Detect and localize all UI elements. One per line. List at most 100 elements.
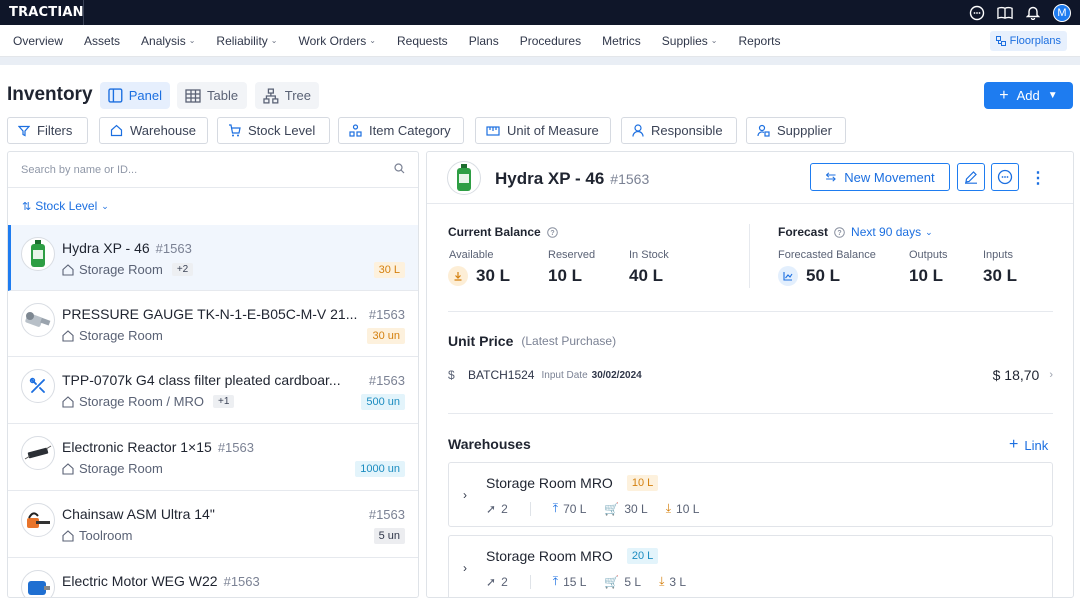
warehouse-name: Storage Room MRO — [486, 475, 613, 491]
comments-button[interactable] — [991, 163, 1019, 191]
item-name-text: TPP-0707k G4 class filter pleated cardbo… — [62, 372, 341, 388]
item-location-extra: +1 — [213, 395, 235, 408]
view-tree-button[interactable]: Tree — [255, 82, 319, 109]
max-value: 70 L — [563, 501, 587, 516]
unit-price-row[interactable]: $ BATCH1524 Input Date 30/02/2024 $ 18,7… — [448, 366, 1053, 384]
product-thumbnail — [21, 237, 55, 271]
home-icon — [62, 395, 74, 408]
current-balance-title: Current Balance ? — [448, 225, 558, 239]
avatar[interactable]: M — [1053, 3, 1071, 22]
filter-responsible-label: Responsible — [651, 123, 723, 138]
nav-label: Metrics — [602, 33, 641, 48]
panel-icon — [108, 88, 123, 103]
item-id: #1563 — [155, 241, 192, 256]
link-button[interactable]: + Link — [1009, 436, 1048, 454]
nav-supplies[interactable]: Supplies ⌄ — [662, 34, 718, 48]
new-movement-button[interactable]: ⇆ New Movement — [810, 163, 950, 191]
list-item[interactable]: Hydra XP - 46 #1563 Storage Room +2 30 L — [8, 225, 418, 291]
table-icon — [185, 88, 201, 103]
home-icon — [62, 462, 74, 475]
filter-unit-of-measure[interactable]: Unit of Measure — [475, 117, 611, 144]
chevron-right-icon: › — [1049, 369, 1053, 381]
chevron-down-icon: ⌄ — [369, 36, 376, 45]
search-input[interactable]: Search by name or ID... — [8, 152, 418, 188]
more-options-icon[interactable]: ⋮ — [1030, 168, 1046, 188]
supplier-icon — [757, 124, 770, 137]
item-qty-badge: 1000 un — [355, 461, 405, 477]
filter-item-category[interactable]: Item Category — [338, 117, 464, 144]
nav-label: Procedures — [519, 33, 582, 48]
nav-metrics[interactable]: Metrics — [602, 34, 641, 48]
forecast-period-dropdown[interactable]: Next 90 days ⌄ — [851, 225, 933, 239]
nav-plans[interactable]: Plans — [469, 34, 499, 48]
nav-reports[interactable]: Reports — [739, 34, 781, 48]
warehouse-card[interactable]: › Storage Room MRO 20 L ➚ 2 ⤒ 15 L 🛒 5 L ⤓ 3… — [448, 535, 1053, 597]
tools-icon — [29, 377, 45, 393]
nav-procedures[interactable]: Procedures — [520, 34, 581, 48]
item-id: #1563 — [368, 307, 405, 322]
plus-icon: + — [999, 86, 1009, 104]
filters-button[interactable]: Filters — [7, 117, 88, 144]
chat-icon[interactable] — [969, 5, 985, 21]
nav-analysis[interactable]: Analysis ⌄ — [141, 34, 195, 48]
stat-divider — [529, 574, 531, 589]
ruler-icon — [486, 125, 500, 136]
nav-work-orders[interactable]: Work Orders ⌄ — [298, 34, 376, 48]
chevron-right-icon[interactable]: › — [463, 488, 467, 502]
product-thumbnail — [21, 369, 55, 403]
item-location-text: Toolroom — [79, 528, 133, 543]
arrow-up-icon: ⤒ — [552, 574, 559, 588]
outputs-value: 10 L — [909, 266, 944, 285]
floorplan-icon — [995, 35, 1006, 46]
book-icon[interactable] — [997, 5, 1013, 21]
filter-warehouse[interactable]: Warehouse — [99, 117, 208, 144]
chevron-down-icon: ⌄ — [101, 200, 109, 211]
sort-stock-level[interactable]: ⇅ Stock Level ⌄ — [22, 199, 109, 213]
arrow-up-icon: ⤒ — [552, 501, 559, 515]
item-location-text: Storage Room — [79, 262, 163, 277]
min-stat: ⤓ 10 L — [666, 501, 700, 516]
input-date-label: Input Date — [541, 369, 588, 381]
bell-icon[interactable] — [1025, 5, 1041, 21]
nav-requests[interactable]: Requests — [397, 34, 448, 48]
warehouses-title: Warehouses — [448, 436, 531, 452]
filter-stock-level[interactable]: Stock Level — [217, 117, 330, 144]
tractian-logo[interactable]: TRACTIAN — [9, 0, 84, 25]
filter-responsible[interactable]: Responsible — [621, 117, 737, 144]
edit-button[interactable] — [957, 163, 985, 191]
nav-reliability[interactable]: Reliability ⌄ — [216, 34, 277, 48]
item-name: Electric Motor WEG W22 #1563 — [62, 573, 260, 589]
list-item[interactable]: Chainsaw ASM Ultra 14" #1563 Toolroom 5 … — [8, 491, 418, 558]
product-thumbnail — [21, 303, 55, 337]
view-table-button[interactable]: Table — [177, 82, 247, 109]
item-name: Hydra XP - 46 #1563 — [62, 240, 192, 256]
pin-icon: ➚ — [486, 501, 497, 516]
user-icon — [632, 124, 644, 137]
list-item[interactable]: Electronic Reactor 1×15 #1563 Storage Roo… — [8, 424, 418, 491]
filter-supplier[interactable]: Suppplier — [746, 117, 846, 144]
view-panel-button[interactable]: Panel — [100, 82, 170, 109]
item-location-text: Storage Room — [79, 461, 163, 476]
warehouse-card[interactable]: › Storage Room MRO 10 L ➚ 2 ⤒ 70 L 🛒 30 L ⤓… — [448, 462, 1053, 527]
inputs-value: 30 L — [983, 266, 1018, 285]
item-id: #1563 — [368, 507, 405, 522]
add-button[interactable]: + Add ▼ — [984, 82, 1073, 109]
floorplans-button[interactable]: Floorplans — [989, 30, 1067, 51]
warehouse-name-row: Storage Room MRO 10 L — [486, 475, 659, 491]
unit-price-value: $ 18,70 — [992, 367, 1040, 383]
chevron-right-icon[interactable]: › — [463, 561, 467, 575]
max-value: 15 L — [563, 574, 587, 589]
list-item[interactable]: Electric Motor WEG W22 #1563 — [8, 558, 418, 597]
item-name-text: Hydra XP - 46 — [62, 240, 150, 256]
forecasted-balance-label: Forecasted Balance — [778, 249, 876, 261]
category-icon — [349, 124, 362, 137]
list-item[interactable]: TPP-0707k G4 class filter pleated cardbo… — [8, 357, 418, 424]
nav-overview[interactable]: Overview — [13, 34, 63, 48]
nav-assets[interactable]: Assets — [84, 34, 120, 48]
item-name: Chainsaw ASM Ultra 14" — [62, 506, 215, 522]
list-item[interactable]: PRESSURE GAUGE TK-N-1-E-B05C-M-V 21... #… — [8, 291, 418, 357]
search-placeholder: Search by name or ID... — [21, 163, 138, 176]
inventory-list-panel: Search by name or ID... ⇅ Stock Level ⌄ … — [7, 151, 419, 598]
warehouse-name-row: Storage Room MRO 20 L — [486, 548, 659, 564]
min-stat: ⤓ 3 L — [659, 574, 686, 589]
